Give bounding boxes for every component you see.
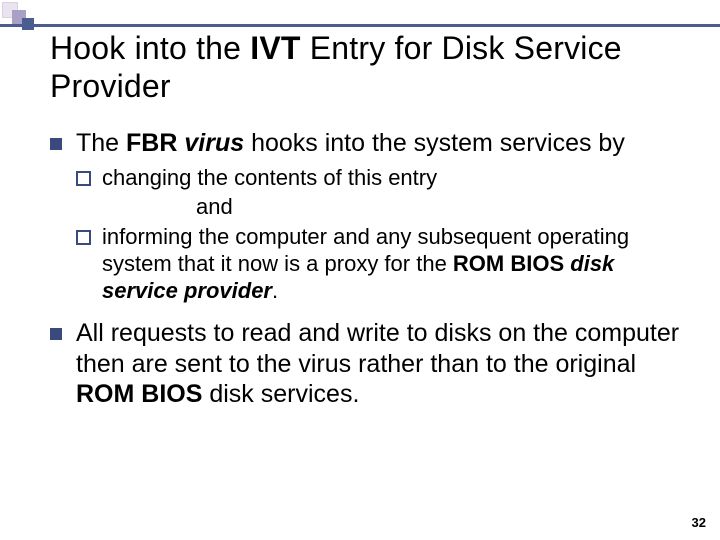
text: hooks into the system services by	[244, 129, 625, 157]
sub-bullet-1: changing the contents of this entry	[76, 164, 684, 191]
text-bold: ROM BIOS	[76, 380, 202, 408]
text-bold-italic: virus	[184, 129, 244, 157]
text: All requests to read and write to disks …	[76, 319, 679, 378]
slide-decoration	[0, 0, 720, 38]
bullet-item-1: The FBR virus hooks into the system serv…	[50, 128, 684, 305]
page-number: 32	[692, 515, 706, 530]
text: and	[196, 194, 233, 219]
sub-bullet-2: informing the computer and any subsequen…	[76, 223, 684, 305]
sub-bullet-list: changing the contents of this entry and …	[76, 164, 684, 304]
text-bold: ROM BIOS	[453, 251, 570, 276]
text: changing the contents of this entry	[102, 165, 437, 190]
slide-title: Hook into the IVT Entry for Disk Service…	[50, 30, 684, 106]
bullet-item-2: All requests to read and write to disks …	[50, 318, 684, 410]
text: The	[76, 129, 126, 157]
text: disk services.	[202, 380, 359, 408]
decor-bar	[0, 24, 720, 27]
decor-square-3	[22, 18, 34, 30]
text-bold: FBR	[126, 129, 184, 157]
sub-bullet-and: and	[76, 193, 684, 220]
text: .	[272, 278, 278, 303]
slide-body: Hook into the IVT Entry for Disk Service…	[0, 0, 720, 410]
bullet-list: The FBR virus hooks into the system serv…	[50, 128, 684, 410]
